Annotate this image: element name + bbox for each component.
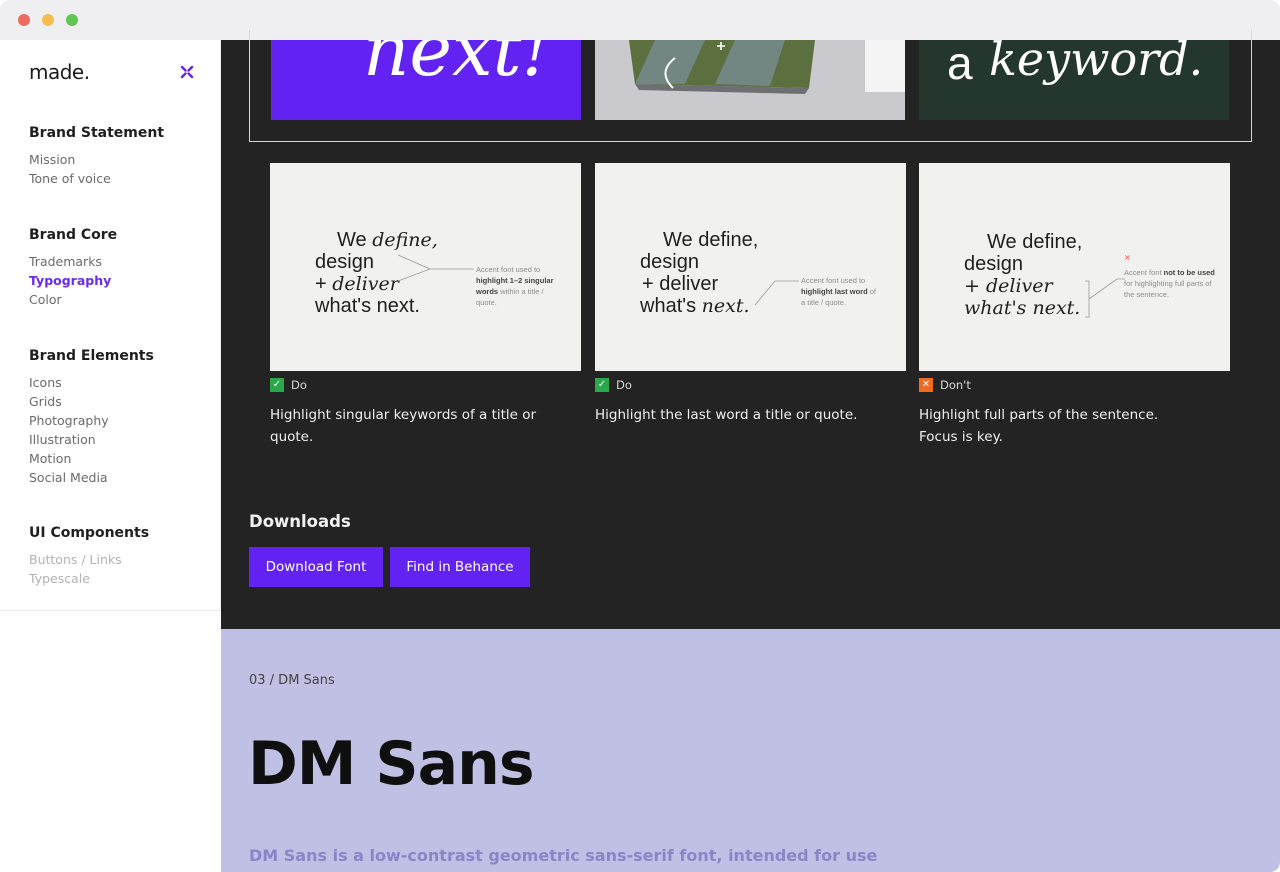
card-description: Highlight full parts of the sentence. Fo… bbox=[919, 407, 1159, 445]
sample-line: design bbox=[964, 253, 1023, 275]
sample-text: We define, design + deliver what's next. bbox=[964, 231, 1082, 319]
sample-line: design bbox=[640, 251, 699, 273]
example-thumbnail-green: a keyword. bbox=[919, 40, 1229, 120]
sidebar-item-illustration[interactable]: Illustration bbox=[29, 430, 154, 449]
sample-line: what's next. bbox=[315, 295, 420, 317]
sidebar-item-typescale[interactable]: Typescale bbox=[29, 569, 149, 588]
nav-heading: Brand Elements bbox=[29, 348, 154, 364]
annotation-line bbox=[397, 254, 474, 282]
badge-label: Do bbox=[291, 378, 307, 392]
badge-label: Don't bbox=[940, 378, 971, 392]
annotation-line bbox=[754, 280, 799, 306]
annotation-note: Accent font used to highlight 1–2 singul… bbox=[476, 264, 566, 308]
sample-text: We define, design + deliver what's next. bbox=[640, 229, 758, 317]
sample-accent-line: + deliver bbox=[964, 275, 1053, 297]
main-content: next! a keyword. We define, design + del… bbox=[221, 30, 1280, 872]
typography-usage-section: next! a keyword. We define, design + del… bbox=[221, 30, 1280, 629]
do-badge: ✓ Do bbox=[270, 378, 307, 392]
browser-window: made. Brand Statement Mission Tone of vo… bbox=[0, 0, 1280, 872]
example-thumbnail-purple: next! bbox=[271, 40, 581, 120]
sample-line: We bbox=[337, 229, 367, 251]
thumbnail-word: next! bbox=[363, 40, 551, 92]
dm-sans-section: 03 / DM Sans DM Sans DM Sans is a low-co… bbox=[221, 629, 1280, 872]
nav-group-brand-core: Brand Core Trademarks Typography Color bbox=[29, 227, 117, 309]
nav-heading: UI Components bbox=[29, 525, 150, 541]
note-text: for highlighting full parts of the sente… bbox=[1124, 279, 1212, 299]
sample-accent-word: next. bbox=[701, 295, 750, 317]
example-card-dont-full-parts: We define, design + deliver what's next.… bbox=[919, 163, 1230, 371]
maximize-window-button[interactable] bbox=[66, 14, 78, 26]
note-bold: highlight last word bbox=[801, 287, 868, 296]
note-text: Accent font used to bbox=[476, 265, 541, 274]
close-window-button[interactable] bbox=[18, 14, 30, 26]
note-text: Accent font used to bbox=[801, 276, 866, 285]
sidebar-item-trademarks[interactable]: Trademarks bbox=[29, 252, 117, 271]
cross-icon: ✕ bbox=[919, 378, 933, 392]
sidebar-item-typography[interactable]: Typography bbox=[29, 271, 117, 290]
note-bold: not to be used bbox=[1163, 268, 1215, 277]
sample-line: what's bbox=[640, 295, 697, 317]
sidebar-item-mission[interactable]: Mission bbox=[29, 150, 164, 169]
section-breadcrumb: 03 / DM Sans bbox=[249, 673, 335, 688]
nav-group-brand-statement: Brand Statement Mission Tone of voice bbox=[29, 125, 164, 188]
sample-line: + deliver bbox=[642, 273, 719, 295]
nav-group-ui-components: UI Components Buttons / Links Typescale bbox=[29, 525, 149, 588]
sample-accent-word: deliver bbox=[332, 273, 399, 295]
card-description: Highlight singular keywords of a title o… bbox=[270, 407, 537, 445]
nav-group-brand-elements: Brand Elements Icons Grids Photography I… bbox=[29, 348, 154, 487]
nav-heading: Brand Statement bbox=[29, 125, 165, 141]
sidebar: made. Brand Statement Mission Tone of vo… bbox=[0, 40, 221, 611]
sidebar-item-color[interactable]: Color bbox=[29, 290, 117, 309]
sidebar-item-buttons-links[interactable]: Buttons / Links bbox=[29, 550, 149, 569]
sample-line: + bbox=[315, 273, 327, 295]
sidebar-item-social-media[interactable]: Social Media bbox=[29, 468, 154, 487]
check-icon: ✓ bbox=[595, 378, 609, 392]
section-intro: DM Sans is a low-contrast geometric sans… bbox=[249, 846, 878, 865]
sidebar-item-motion[interactable]: Motion bbox=[29, 449, 154, 468]
sample-line: We define, bbox=[663, 229, 759, 251]
thumbnail-plain-word: a bbox=[947, 40, 973, 89]
do-badge: ✓ Do bbox=[595, 378, 632, 392]
nav-heading: Brand Core bbox=[29, 227, 118, 243]
downloads-heading: Downloads bbox=[249, 512, 351, 531]
logo[interactable]: made. bbox=[29, 60, 90, 84]
download-font-button[interactable]: Download Font bbox=[249, 547, 383, 587]
sample-line: We define, bbox=[987, 231, 1083, 253]
badge-label: Do bbox=[616, 378, 632, 392]
sidebar-item-tone-of-voice[interactable]: Tone of voice bbox=[29, 169, 164, 188]
note-text: Accent font bbox=[1124, 268, 1162, 277]
minimize-window-button[interactable] bbox=[42, 14, 54, 26]
find-in-behance-button[interactable]: Find in Behance bbox=[390, 547, 530, 587]
photo-illustration bbox=[595, 40, 905, 120]
sample-accent-line: what's next. bbox=[964, 297, 1081, 319]
check-icon: ✓ bbox=[270, 378, 284, 392]
example-card-do-last-word: We define, design + deliver what's next.… bbox=[595, 163, 906, 371]
annotation-note: Accent font used to highlight last word … bbox=[801, 275, 881, 308]
annotation-bracket bbox=[1085, 278, 1125, 318]
sidebar-item-grids[interactable]: Grids bbox=[29, 392, 154, 411]
annotation-note: Accent font not to be used for highlight… bbox=[1124, 267, 1219, 300]
dont-badge: ✕ Don't bbox=[919, 378, 971, 392]
close-menu-icon[interactable] bbox=[178, 63, 196, 81]
example-thumbnail-photo bbox=[595, 40, 905, 120]
example-card-do-keywords: We define, design + deliver what's next.… bbox=[270, 163, 581, 371]
thumbnail-italic-word: keyword. bbox=[989, 40, 1204, 86]
sample-accent-word: define, bbox=[372, 229, 438, 251]
error-x-icon: × bbox=[1124, 253, 1131, 262]
sidebar-item-icons[interactable]: Icons bbox=[29, 373, 154, 392]
sidebar-item-photography[interactable]: Photography bbox=[29, 411, 154, 430]
card-description: Highlight the last word a title or quote… bbox=[595, 407, 858, 423]
section-title: DM Sans bbox=[248, 729, 535, 799]
